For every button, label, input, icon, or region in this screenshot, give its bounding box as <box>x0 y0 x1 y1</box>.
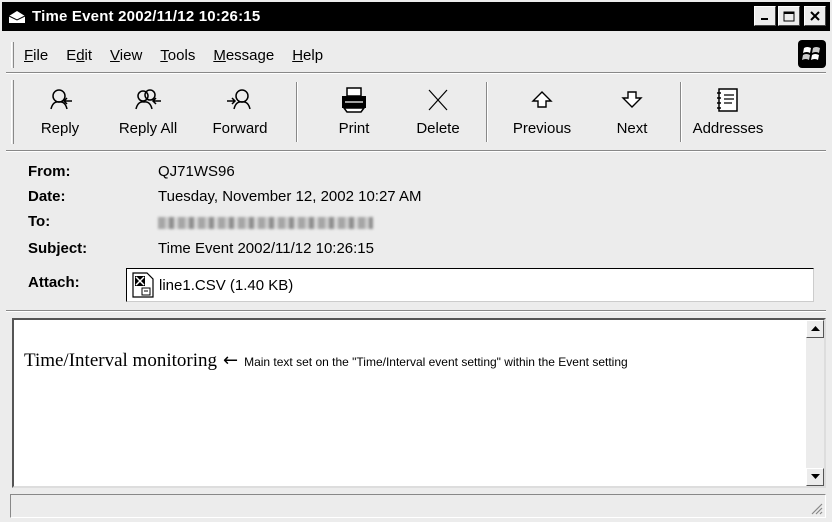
annotation-note: Main text set on the "Time/Interval even… <box>244 355 628 369</box>
reply-icon <box>44 84 76 116</box>
from-label: From: <box>28 163 71 180</box>
toolbar-header-divider <box>6 150 826 152</box>
envelope-icon <box>8 9 26 25</box>
status-bar <box>10 494 826 518</box>
vertical-scrollbar[interactable] <box>806 320 824 486</box>
next-button[interactable]: Next <box>592 80 672 146</box>
up-arrow-icon <box>526 84 558 116</box>
reply-button[interactable]: Reply <box>20 80 100 146</box>
forward-button[interactable]: Forward <box>200 80 280 146</box>
menu-toolbar-divider <box>6 72 826 74</box>
minimize-button[interactable] <box>754 6 776 26</box>
down-arrow-icon <box>616 84 648 116</box>
resize-grip-icon[interactable] <box>809 501 823 515</box>
delete-x-icon <box>422 84 454 116</box>
menu-message[interactable]: Message <box>204 47 283 64</box>
previous-button[interactable]: Previous <box>502 80 582 146</box>
header-body-divider <box>6 310 826 312</box>
from-value: QJ71WS96 <box>158 163 235 180</box>
menu-help[interactable]: Help <box>283 47 332 64</box>
menu-view[interactable]: View <box>101 47 151 64</box>
toolbar-separator <box>680 82 682 142</box>
left-arrow-icon: ← <box>222 350 239 371</box>
subject-label: Subject: <box>28 240 88 257</box>
message-window: Time Event 2002/11/12 10:26:15 File Edit… <box>0 0 832 522</box>
printer-icon <box>338 84 370 116</box>
attach-label: Attach: <box>28 274 80 291</box>
to-value-redacted <box>158 213 373 233</box>
message-body[interactable]: Time/Interval monitoring ← Main text set… <box>12 318 826 488</box>
reply-all-button[interactable]: Reply All <box>108 80 188 146</box>
toolbar-separator <box>486 82 488 142</box>
menu-file[interactable]: File <box>8 47 57 64</box>
print-button[interactable]: Print <box>314 80 394 146</box>
attachment-field[interactable]: line1.CSV (1.40 KB) <box>126 268 814 302</box>
address-book-icon <box>712 84 744 116</box>
date-value: Tuesday, November 12, 2002 10:27 AM <box>158 188 422 205</box>
csv-file-icon[interactable] <box>130 271 156 299</box>
to-label: To: <box>28 213 51 230</box>
attachment-name[interactable]: line1.CSV (1.40 KB) <box>159 277 293 294</box>
menu-bar: File Edit View Tools Message Help <box>8 44 332 66</box>
toolbar-grip[interactable] <box>11 80 14 144</box>
toolbar-separator <box>296 82 298 142</box>
window-title: Time Event 2002/11/12 10:26:15 <box>32 8 261 25</box>
scroll-up-button[interactable] <box>806 320 824 338</box>
message-line: Time/Interval monitoring ← Main text set… <box>24 350 628 372</box>
close-button[interactable] <box>804 6 826 26</box>
delete-button[interactable]: Delete <box>398 80 478 146</box>
menu-tools[interactable]: Tools <box>151 47 204 64</box>
subject-value: Time Event 2002/11/12 10:26:15 <box>158 240 374 257</box>
forward-icon <box>224 84 256 116</box>
title-bar[interactable]: Time Event 2002/11/12 10:26:15 <box>2 2 830 31</box>
windows-logo-icon <box>798 40 826 68</box>
maximize-button[interactable] <box>778 6 800 26</box>
reply-all-icon <box>132 84 164 116</box>
scroll-down-button[interactable] <box>806 468 824 486</box>
menu-edit[interactable]: Edit <box>57 47 101 64</box>
date-label: Date: <box>28 188 66 205</box>
addresses-button[interactable]: Addresses <box>688 80 768 146</box>
message-main-text: Time/Interval monitoring <box>24 350 217 371</box>
